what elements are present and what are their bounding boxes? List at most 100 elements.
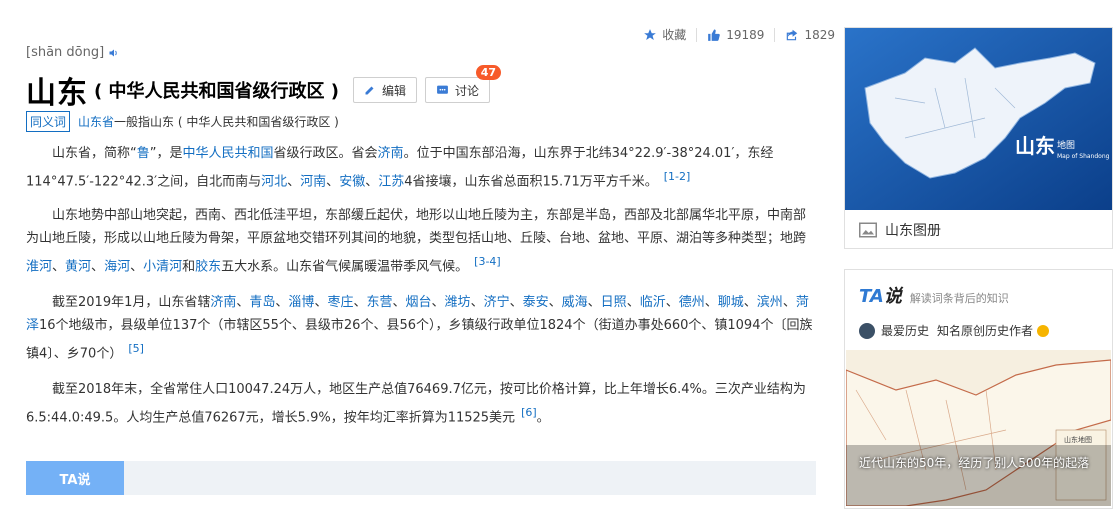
pencil-icon [365,86,374,95]
text: 、 [326,174,340,190]
link-henan[interactable]: 河南 [300,174,326,189]
separator: 、 [353,295,367,310]
reference-link[interactable]: [5] [128,342,144,355]
city-link[interactable]: 泰安 [523,295,549,310]
link-anhui[interactable]: 安徽 [339,174,365,189]
text: 、 [287,174,301,190]
like-button[interactable]: 19189 [707,28,764,42]
ta-logo-b: 说 [883,286,902,307]
ta-article-image[interactable]: 山东地图 [846,350,1111,506]
separator: 、 [392,295,406,310]
collect-label: 收藏 [662,28,687,42]
separator: 、 [782,295,796,310]
avatar [859,322,875,339]
page-subtitle: ( 中华人民共和国省级行政区 ) [94,81,339,102]
city-link[interactable]: 济南 [210,295,236,310]
reference-link[interactable]: [1-2] [664,170,691,183]
entry-stats: 收藏 19189 1829 [633,26,835,43]
city-link[interactable]: 德州 [679,295,705,310]
city-link[interactable]: 潍坊 [445,295,471,310]
star-icon [644,28,657,40]
city-link[interactable]: 聊城 [718,295,744,310]
synonym-link[interactable]: 山东省 [78,113,114,130]
reference-link[interactable]: [6] [521,406,537,419]
separator: 、 [470,295,484,310]
link-haihe[interactable]: 海河 [104,259,130,274]
speaker-icon[interactable] [108,47,120,59]
separator: 、 [509,295,523,310]
album-card[interactable]: 山东 地图 Map of Shandong 山东图册 [844,27,1113,249]
link-jiangsu[interactable]: 江苏 [378,174,404,189]
text: 山东省，简称“ [52,146,137,161]
pinyin: [shān dōng] [26,45,120,60]
separator: 、 [587,295,601,310]
pinyin-text: [shān dōng] [26,45,105,60]
link-xiaoqinghe[interactable]: 小清河 [143,259,182,274]
city-link[interactable]: 枣庄 [327,295,353,310]
verified-icon [1037,324,1050,337]
ta-card[interactable]: TA说 解读词条背后的知识 最爱历史 知名原创历史作者 山东地图 近代山东的50… [844,269,1113,509]
city-link[interactable]: 临沂 [640,295,666,310]
summary-paragraph-3: 截至2019年1月，山东省辖济南、青岛、淄博、枣庄、东营、烟台、潍坊、济宁、泰安… [26,291,816,365]
author-name[interactable]: 最爱历史 [881,322,929,339]
text: 省级行政区。省会 [273,146,378,161]
text: ”，是 [149,146,183,161]
link-jinan[interactable]: 济南 [378,146,404,161]
city-link[interactable]: 威海 [562,295,588,310]
city-link[interactable]: 滨州 [757,295,783,310]
page-title: 山东 [26,76,88,111]
separator: 、 [743,295,757,310]
separator: 、 [314,295,328,310]
text: 截至2018年末，全省常住人口10047.24万人，地区生产总值76469.7亿… [26,382,806,426]
image-gallery-icon [859,222,877,238]
divider [774,27,776,42]
link-hebei[interactable]: 河北 [261,174,287,189]
city-link[interactable]: 烟台 [406,295,432,310]
text: 、 [130,259,144,275]
comment-icon [437,85,448,94]
text: 、 [52,259,66,275]
ta-author-row[interactable]: 最爱历史 知名原创历史作者 [859,322,1050,339]
city-link[interactable]: 济宁 [484,295,510,310]
separator: 、 [236,295,250,310]
text: 和 [182,259,196,275]
text: 、 [91,259,105,275]
link-prc[interactable]: 中华人民共和国 [183,146,274,161]
separator: 、 [665,295,679,310]
summary-paragraph-1: 山东省，简称“鲁”，是中华人民共和国省级行政区。省会济南。位于中国东部沿海，山东… [26,142,816,193]
collect-button[interactable]: 收藏 [643,26,686,43]
text: 16个地级市，县级单位137个（市辖区55个、县级市26个、县56个），乡镇级行… [26,318,813,362]
album-label-text: 山东图册 [885,223,941,239]
link-lu[interactable]: 鲁 [137,146,150,161]
city-link[interactable]: 青岛 [249,295,275,310]
discuss-label: 讨论 [455,83,480,98]
title-row: 山东 ( 中华人民共和国省级行政区 ) 编辑 讨论 47 [26,65,502,112]
link-huaihe[interactable]: 淮河 [26,259,52,274]
thumbs-up-icon [708,29,721,41]
discuss-button[interactable]: 讨论 47 [425,65,502,103]
album-label[interactable]: 山东图册 [859,220,941,240]
map-title: 山东 [1015,134,1055,158]
summary-paragraph-4: 截至2018年末，全省常住人口10047.24万人，地区生产总值76469.7亿… [26,378,816,429]
city-link[interactable]: 东营 [366,295,392,310]
synonym-tag[interactable]: 同义词 [26,111,71,132]
share-button[interactable]: 1829 [785,28,835,42]
shandong-map-image[interactable]: 山东 地图 Map of Shandong [845,28,1112,210]
reference-link[interactable]: [3-4] [474,255,501,268]
link-jiaodong[interactable]: 胶东 [195,259,221,274]
city-link[interactable]: 淄博 [288,295,314,310]
separator: 、 [548,295,562,310]
ta-section-bar: TA说 [26,461,816,495]
city-link[interactable]: 日照 [601,295,627,310]
map-subtitle: 地图 [1057,139,1075,151]
link-huanghe[interactable]: 黄河 [65,259,91,274]
text: 。 [536,410,550,426]
edit-button[interactable]: 编辑 [353,77,418,103]
ta-tab[interactable]: TA说 [26,461,124,495]
separator: 、 [431,295,445,310]
share-count: 1829 [804,27,835,42]
ta-logo: TA说 [859,282,902,308]
synonym-text: 一般指山东 ( 中华人民共和国省级行政区 ) [114,115,339,129]
separator: 、 [275,295,289,310]
ta-article-caption[interactable]: 近代山东的50年，经历了别人500年的起落 [859,453,1099,473]
